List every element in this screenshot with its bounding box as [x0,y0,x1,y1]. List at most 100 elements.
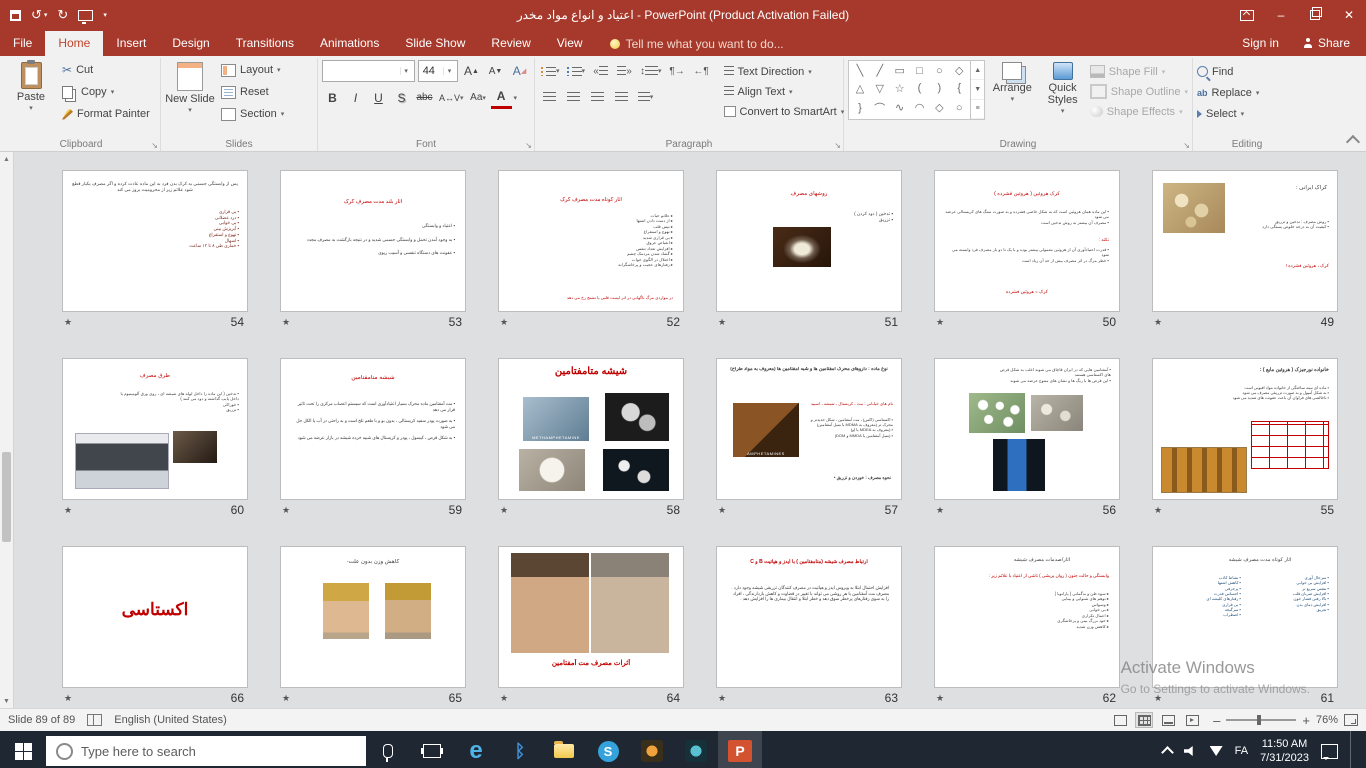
shape-icon[interactable]: ◇ [935,101,943,114]
undo-button[interactable]: ↺▾ [31,7,47,23]
ribbon-tab-slide-show[interactable]: Slide Show [392,31,478,56]
drawing-dialog-launcher[interactable]: ↘ [1183,141,1190,150]
shape-icon[interactable]: { [957,82,961,94]
animation-star-icon[interactable]: ★ [282,693,290,704]
scrollbar-thumb[interactable] [2,452,11,542]
shape-icon[interactable]: ▭ [894,64,904,77]
clear-formatting-button[interactable]: A◢ [509,61,530,81]
right-to-left-button[interactable]: ←¶ [691,61,712,81]
slide-thumbnail-56[interactable]: ▪ آمفتامین هایی که در ایران قاچاق می شون… [934,358,1120,500]
justify-button[interactable] [611,87,632,107]
minimize-button[interactable]: – [1264,0,1298,30]
quick-styles-button[interactable]: Quick Styles▾ [1039,60,1085,137]
bullets-button[interactable]: ▾ [539,61,562,81]
paste-button[interactable]: Paste▾ [6,60,56,137]
new-slide-button[interactable]: New Slide▾ [165,60,215,137]
shape-icon[interactable]: ☆ [895,82,905,95]
format-painter-button[interactable]: Format Painter [60,104,152,124]
convert-to-smartart-button[interactable]: Convert to SmartArt▾ [724,102,845,121]
taskbar-clock[interactable]: 11:50 AM 7/31/2023 [1260,737,1309,766]
collapse-ribbon-button[interactable] [1346,135,1360,149]
language-badge[interactable]: FA [1235,745,1248,757]
section-button[interactable]: Section▾ [219,104,286,124]
ribbon-tab-review[interactable]: Review [478,31,543,56]
animation-star-icon[interactable]: ★ [936,505,944,516]
shape-fill-button[interactable]: Shape Fill▾ [1090,62,1188,81]
font-size-combobox[interactable]: 44▾ [418,60,458,82]
shape-icon[interactable]: ) [938,82,942,94]
slide-thumbnail-54[interactable]: پس از وابستگی جسمی به کرک بدن فرد به این… [62,170,248,312]
network-icon[interactable] [1210,746,1223,756]
powerpoint-taskbar-button[interactable]: P [718,731,762,768]
save-button[interactable] [10,10,21,21]
tell-me-box[interactable]: Tell me what you want to do... [596,37,798,56]
normal-view-button[interactable] [1111,712,1129,728]
restore-button[interactable] [1298,0,1332,30]
slide-thumbnail-60[interactable]: طرق مصرف▪ تدخین ( این ماده را داخل لوله … [62,358,248,500]
shape-icon[interactable]: ○ [936,65,943,77]
shapes-scroll-down[interactable]: ▼ [971,80,984,99]
font-dialog-launcher[interactable]: ↘ [525,141,532,150]
font-name-dropdown-icon[interactable]: ▾ [400,67,412,75]
ribbon-tab-transitions[interactable]: Transitions [223,31,307,56]
layout-button[interactable]: Layout▾ [219,60,286,80]
slide-thumbnail-53[interactable]: آثار بلند مدت مصرف کرک▪ اعتیاد و وابستگی… [280,170,466,312]
slide-show-button[interactable] [1183,712,1201,728]
task-view-button[interactable] [410,731,454,768]
ribbon-tab-home[interactable]: Home [45,31,103,56]
language-indicator[interactable]: English (United States) [114,714,227,726]
fit-to-window-button[interactable] [1344,714,1358,726]
underline-button[interactable]: U [368,88,389,108]
slide-thumbnail-50[interactable]: کرک هروئین ( هروئین فشرده )▪ این ماده هم… [934,170,1120,312]
font-size-dropdown-icon[interactable]: ▾ [443,67,455,75]
ribbon-tab-view[interactable]: View [544,31,596,56]
animation-star-icon[interactable]: ★ [936,317,944,328]
animation-star-icon[interactable]: ★ [500,505,508,516]
character-spacing-button[interactable]: A↔V▾ [437,88,466,108]
shape-icon[interactable]: ◠ [915,101,925,114]
reset-button[interactable]: Reset [219,82,286,102]
bluetooth-taskbar-button[interactable]: ᛒ [498,731,542,768]
animation-star-icon[interactable]: ★ [718,317,726,328]
ribbon-tab-design[interactable]: Design [159,31,222,56]
animation-star-icon[interactable]: ★ [500,693,508,704]
strikethrough-button[interactable]: abc [414,88,435,108]
cut-button[interactable]: ✂Cut [60,60,152,80]
slide-thumbnail-52[interactable]: آثار کوتاه مدت مصرف کرک▸ علائم حیات▸ از … [498,170,684,312]
scroll-up-arrow[interactable]: ▲ [3,152,10,166]
shape-icon[interactable]: ( [918,82,922,94]
zoom-slider-thumb[interactable] [1257,715,1261,725]
animation-star-icon[interactable]: ★ [282,317,290,328]
scroll-down-arrow[interactable]: ▼ [3,694,10,708]
slide-thumbnail-55[interactable]: خانواده نورجیزک ( هروئین مایع ) :▪ ماده … [1152,358,1338,500]
animation-star-icon[interactable]: ★ [64,317,72,328]
undo-dropdown-icon[interactable]: ▾ [44,11,48,19]
bold-button[interactable]: B [322,88,343,108]
animation-star-icon[interactable]: ★ [500,317,508,328]
slide-thumbnail-62[interactable]: آثار/صدمات مصرف شیشهوابستگی و حالت جنون … [934,546,1120,688]
copy-button[interactable]: Copy▾ [60,82,152,102]
align-center-button[interactable] [563,87,584,107]
zoom-slider[interactable] [1226,719,1296,721]
italic-button[interactable]: I [345,88,366,108]
slide-thumbnail-66[interactable]: اکستاسی [62,546,248,688]
animation-star-icon[interactable]: ★ [1154,317,1162,328]
slide-thumbnail-51[interactable]: روشهای مصرف▪ تدخین ( دود کردن )▪ تزریق [716,170,902,312]
shrink-font-button[interactable]: A▼ [485,61,506,81]
shapes-gallery[interactable]: ╲╱▭□○◇△▽☆(){}⌒∿◠◇○ ▲ ▼ ≡ [848,60,985,120]
change-case-button[interactable]: Aa▾ [468,88,489,108]
shape-icon[interactable]: □ [916,65,923,77]
shapes-scroll-up[interactable]: ▲ [971,61,984,80]
paragraph-dialog-launcher[interactable]: ↘ [834,141,841,150]
animation-star-icon[interactable]: ★ [718,505,726,516]
shape-icon[interactable]: ○ [956,102,963,114]
font-color-button[interactable]: A [491,86,512,109]
file-explorer-button[interactable] [542,731,586,768]
shape-icon[interactable]: ⌒ [874,100,885,116]
line-spacing-button[interactable]: ↕▾ [638,61,664,81]
ribbon-tab-insert[interactable]: Insert [103,31,159,56]
taskbar-search-box[interactable]: Type here to search [46,736,366,766]
action-center-icon[interactable] [1321,744,1338,759]
spellcheck-icon[interactable] [87,714,102,726]
start-from-beginning-button[interactable] [78,10,93,21]
